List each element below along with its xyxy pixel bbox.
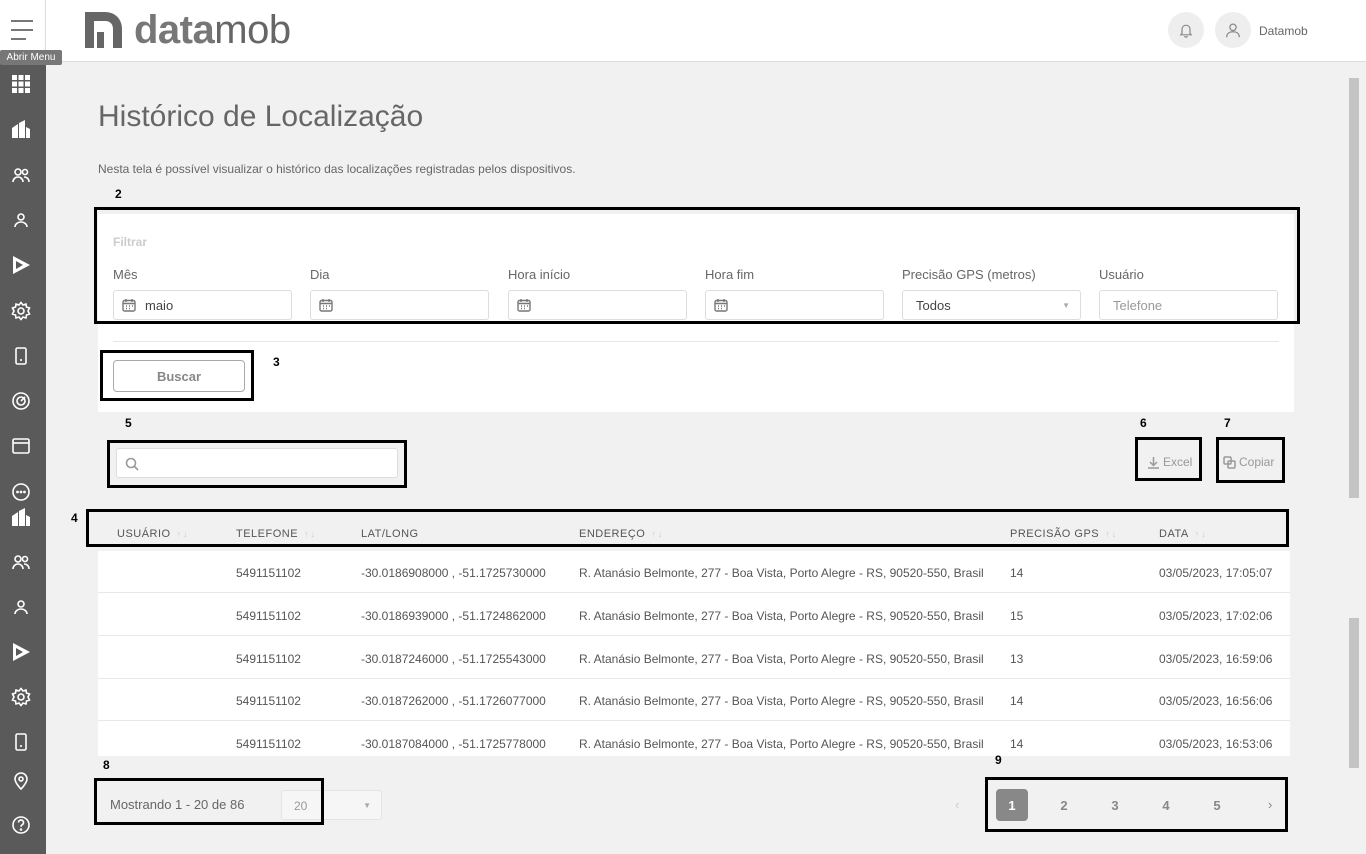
settings-icon[interactable] [10, 300, 32, 322]
cell-data: 03/05/2023, 16:56:06 [1159, 694, 1273, 708]
cell-data: 03/05/2023, 16:53:06 [1159, 737, 1273, 751]
scrollbar-thumb-secondary[interactable] [1349, 618, 1359, 768]
cell-data: 03/05/2023, 16:59:06 [1159, 652, 1273, 666]
cell-telefone: 5491151102 [236, 737, 301, 751]
cell-endereco: R. Atanásio Belmonte, 277 - Boa Vista, P… [579, 694, 984, 708]
users-icon[interactable] [10, 551, 32, 573]
annotation-box-copy [1216, 437, 1285, 483]
user-avatar-icon [1226, 23, 1240, 38]
annotation-box-pagination [985, 777, 1288, 832]
apps-icon[interactable] [10, 73, 32, 95]
sidebar: Abrir Menu [0, 0, 62, 854]
cell-endereco: R. Atanásio Belmonte, 277 - Boa Vista, P… [579, 609, 984, 623]
table-row[interactable]: 5491151102 -30.0186939000 , -51.17248620… [98, 594, 1290, 636]
annotation-box-table-header [86, 509, 1289, 547]
annotation-label: 7 [1224, 416, 1231, 430]
buildings-icon[interactable] [10, 506, 32, 528]
help-icon[interactable] [10, 814, 32, 836]
menu-tooltip: Abrir Menu [0, 50, 62, 65]
notifications-button[interactable] [1168, 12, 1204, 48]
user-name[interactable]: Datamob [1259, 24, 1308, 38]
phone-icon[interactable] [10, 731, 32, 753]
bell-icon [1179, 24, 1193, 38]
cell-latlong: -30.0187246000 , -51.1725543000 [361, 652, 546, 666]
annotation-box-search-button [100, 350, 254, 401]
cell-latlong: -30.0186939000 , -51.1724862000 [361, 609, 546, 623]
page-title: Histórico de Localização [98, 100, 424, 133]
cell-telefone: 5491151102 [236, 694, 301, 708]
annotation-box-table-search [107, 440, 407, 488]
chevron-down-icon: ▼ [363, 801, 371, 810]
logo[interactable]: datamob [84, 10, 291, 50]
radar-icon[interactable] [10, 390, 32, 412]
cell-endereco: R. Atanásio Belmonte, 277 - Boa Vista, P… [579, 566, 984, 580]
settings-icon[interactable] [10, 686, 32, 708]
annotation-label: 3 [273, 355, 280, 369]
user-icon[interactable] [10, 596, 32, 618]
annotation-label: 5 [125, 416, 132, 430]
phone-icon[interactable] [10, 345, 32, 367]
cell-precisao: 15 [1010, 609, 1024, 623]
top-bar: datamob Datamob [46, 0, 1366, 62]
cell-telefone: 5491151102 [236, 652, 301, 666]
table-row[interactable]: 5491151102 -30.0187246000 , -51.17255430… [98, 637, 1290, 679]
table-row[interactable]: 5491151102 -30.0187262000 , -51.17260770… [98, 679, 1290, 721]
cell-precisao: 14 [1010, 694, 1024, 708]
logo-mark-icon [85, 12, 122, 48]
cell-precisao: 14 [1010, 566, 1024, 580]
play-icon[interactable] [10, 254, 32, 276]
users-icon[interactable] [10, 164, 32, 186]
logo-text-bold: data [134, 8, 215, 52]
user-icon[interactable] [10, 209, 32, 231]
cell-precisao: 14 [1010, 737, 1024, 751]
table-body: 5491151102 -30.0186908000 , -51.17257300… [98, 551, 1290, 756]
cell-telefone: 5491151102 [236, 566, 301, 580]
table-row[interactable]: 5491151102 -30.0187084000 , -51.17257780… [98, 722, 1290, 764]
annotation-box-excel [1135, 437, 1202, 481]
cell-latlong: -30.0187084000 , -51.1725778000 [361, 737, 546, 751]
cell-latlong: -30.0186908000 , -51.1725730000 [361, 566, 546, 580]
avatar[interactable] [1215, 12, 1251, 48]
filter-divider [113, 341, 1279, 342]
cell-telefone: 5491151102 [236, 609, 301, 623]
hamburger-icon [11, 20, 33, 40]
annotation-box-filter [94, 207, 1300, 324]
play-icon[interactable] [10, 641, 32, 663]
cell-endereco: R. Atanásio Belmonte, 277 - Boa Vista, P… [579, 737, 984, 751]
cell-endereco: R. Atanásio Belmonte, 277 - Boa Vista, P… [579, 652, 984, 666]
annotation-label: 9 [995, 753, 1002, 767]
annotation-label: 2 [115, 187, 122, 201]
page-description: Nesta tela é possível visualizar o histó… [98, 162, 576, 176]
cell-precisao: 13 [1010, 652, 1024, 666]
scrollbar-thumb[interactable] [1349, 78, 1359, 498]
annotation-label: 8 [103, 758, 110, 772]
annotation-label: 4 [71, 511, 78, 525]
cell-latlong: -30.0187262000 , -51.1726077000 [361, 694, 546, 708]
cell-data: 03/05/2023, 17:02:06 [1159, 609, 1273, 623]
pagination-prev-button[interactable]: ‹ [955, 797, 959, 812]
cell-data: 03/05/2023, 17:05:07 [1159, 566, 1273, 580]
table-row[interactable]: 5491151102 -30.0186908000 , -51.17257300… [98, 551, 1290, 593]
location-icon[interactable] [10, 769, 32, 791]
logo-text-light: mob [214, 8, 291, 52]
buildings-icon[interactable] [10, 118, 32, 140]
annotation-label: 6 [1140, 416, 1147, 430]
browser-icon[interactable] [10, 435, 32, 457]
chat-icon[interactable] [10, 481, 32, 503]
annotation-box-page-size [94, 778, 324, 825]
